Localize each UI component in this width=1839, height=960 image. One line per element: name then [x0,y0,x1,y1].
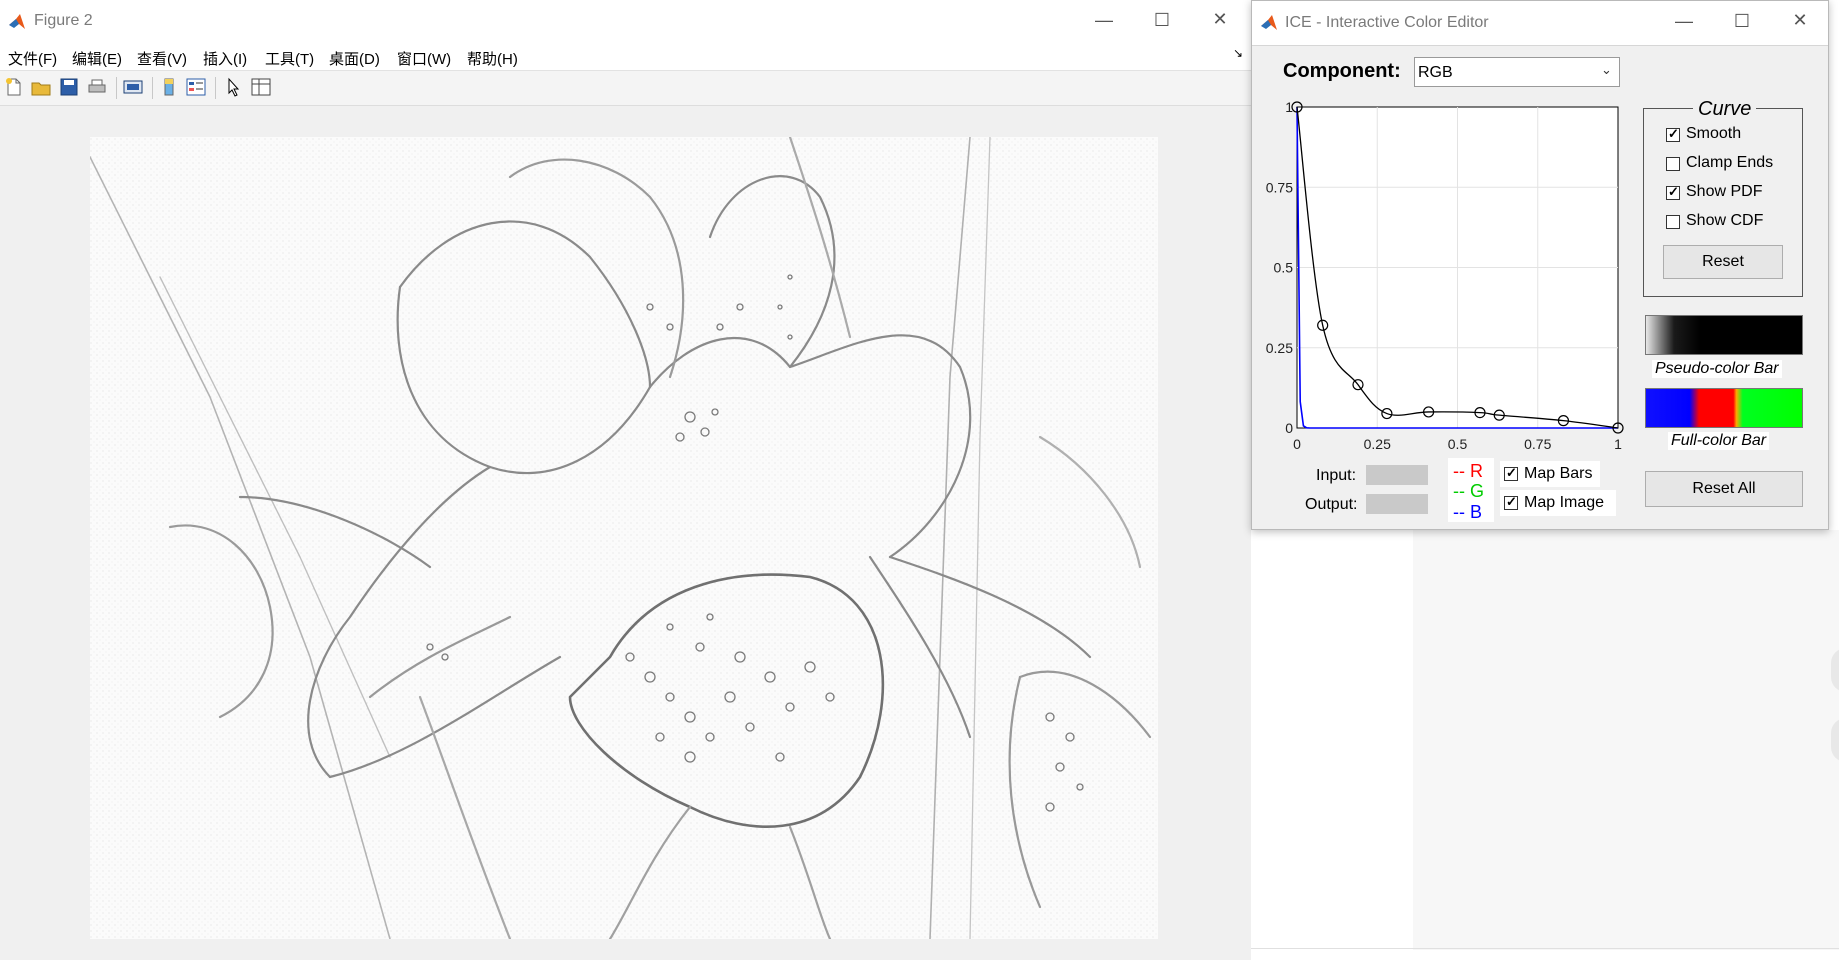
smooth-checkbox-box[interactable] [1666,126,1680,142]
x-tick-label: 0 [1293,436,1301,452]
pointer-icon[interactable] [223,76,245,98]
clamp-ends-checkbox-box[interactable] [1666,157,1680,171]
curve-group-title: Curve [1693,98,1757,121]
input-value-field [1366,465,1428,485]
figure-window: Figure 2 — ☐ ✕ 文件(F) 编辑(E) 查看(V) 插入(I) 工… [0,0,1252,960]
output-value-field [1366,494,1428,514]
component-value: RGB [1418,64,1453,81]
map-bars-label: Map Bars [1524,465,1593,482]
full-color-bar-label: Full-color Bar [1668,432,1770,450]
sketch-image [89,135,1158,941]
x-tick-label: 0.25 [1364,436,1391,452]
clamp-ends-label: Clamp Ends [1686,154,1774,171]
menu-window[interactable]: 窗口(W) [397,48,451,69]
legend-r: -- R [1453,461,1483,481]
channel-legend: -- R -- G -- B [1448,458,1494,522]
menu-edit[interactable]: 编辑(E) [72,48,122,69]
save-icon[interactable] [58,76,80,98]
menu-file[interactable]: 文件(F) [8,48,57,69]
full-color-bar[interactable] [1645,388,1803,428]
show-cdf-label: Show CDF [1686,212,1764,229]
figure-title: Figure 2 [34,12,93,29]
legend-g: -- G [1453,481,1484,501]
pseudo-color-bar[interactable] [1645,315,1803,355]
show-cdf-checkbox-box[interactable] [1666,215,1680,229]
close-icon[interactable]: ✕ [1771,10,1829,31]
open-folder-icon[interactable] [30,76,52,98]
matlab-logo-icon [1261,15,1277,30]
map-bars-checkbox[interactable]: Map Bars [1500,461,1600,487]
lily-sketch-image [89,135,1158,941]
maximize-icon[interactable]: ☐ [1713,11,1771,32]
input-label: Input: [1316,467,1357,484]
property-editor-icon[interactable] [250,76,272,98]
background-panel [1413,530,1839,950]
ice-title: ICE - Interactive Color Editor [1285,14,1489,31]
menu-help[interactable]: 帮助(H) [467,48,518,69]
toolbar-separator [215,77,216,99]
y-tick-labels: 00.250.50.751 [1266,99,1293,436]
colorbar-icon[interactable] [158,76,180,98]
output-label: Output: [1305,496,1358,513]
show-pdf-label: Show PDF [1686,183,1763,200]
component-select[interactable]: RGB ⌄ [1414,57,1620,87]
toolbar [0,70,1251,106]
x-tick-label: 1 [1614,436,1622,452]
reset-button[interactable]: Reset [1663,245,1783,279]
y-tick-label: 0.75 [1266,179,1293,195]
minimize-icon[interactable]: — [1075,10,1133,31]
menu-tools[interactable]: 工具(T) [265,48,314,69]
x-tick-label: 0.75 [1524,436,1551,452]
map-image-checkbox-box[interactable] [1504,494,1518,510]
figure-titlebar: Figure 2 — ☐ ✕ [0,0,1251,44]
pseudo-color-bar-label: Pseudo-color Bar [1652,360,1782,378]
minimize-icon[interactable]: — [1655,11,1713,32]
menu-view[interactable]: 查看(V) [137,48,187,69]
toolbar-separator [152,77,153,99]
reset-all-button[interactable]: Reset All [1645,471,1803,507]
map-image-checkbox[interactable]: Map Image [1500,490,1616,516]
title-divider [1252,45,1828,46]
show-pdf-checkbox-box[interactable] [1666,184,1680,200]
y-tick-label: 0 [1285,420,1293,436]
menu-insert[interactable]: 插入(I) [203,48,247,69]
menu-desktop[interactable]: 桌面(D) [329,48,380,69]
y-tick-label: 0.25 [1266,340,1293,356]
legend-b: -- B [1453,502,1482,522]
chevron-down-icon: ⌄ [1601,62,1612,77]
x-tick-label: 0.5 [1448,436,1468,452]
new-file-icon[interactable] [3,76,25,98]
dock-arrow-icon[interactable]: ↘ [1233,46,1243,60]
map-bars-checkbox-box[interactable] [1504,465,1518,481]
curve-plot[interactable]: 0 0.25 0.5 0.75 1 0 0.25 0.5 0.75 1 [1254,95,1632,465]
ice-titlebar: ICE - Interactive Color Editor — ☐ ✕ [1252,1,1828,45]
legend-icon[interactable] [185,76,207,98]
y-tick-label: 0.5 [1274,260,1294,276]
matlab-logo-icon [9,14,25,29]
maximize-icon[interactable]: ☐ [1133,10,1191,31]
x-tick-labels: 0 0.25 0.5 0.75 1 [1293,436,1622,452]
map-image-label: Map Image [1524,494,1605,511]
menubar: 文件(F) 编辑(E) 查看(V) 插入(I) 工具(T) 桌面(D) 窗口(W… [0,44,1251,70]
smooth-label: Smooth [1686,125,1742,142]
close-icon[interactable]: ✕ [1191,9,1249,30]
divider [1251,948,1839,949]
print-preview-icon[interactable] [122,76,144,98]
print-icon[interactable] [86,76,108,98]
toolbar-separator [116,77,117,99]
background-pane [1251,530,1839,960]
component-label: Component: [1283,60,1401,82]
